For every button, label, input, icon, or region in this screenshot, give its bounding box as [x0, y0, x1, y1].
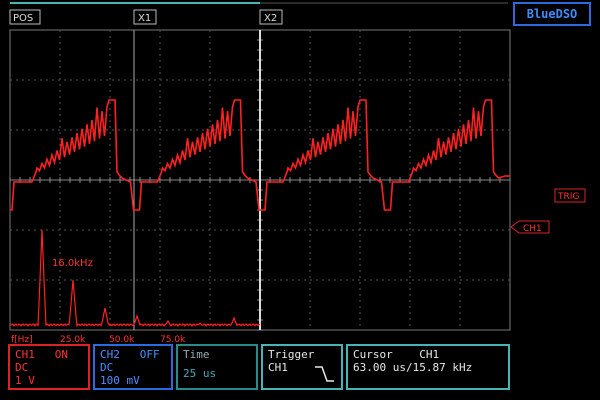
ch2-header: CH2 OFF — [100, 348, 160, 361]
time-value: 25 us — [183, 367, 217, 380]
cursor-value: 63.00 us/15.87 kHz — [353, 361, 473, 374]
ch2-scale: 100 mV — [100, 374, 140, 387]
x1-label: X1 — [138, 13, 151, 24]
ch2-coupling: DC — [100, 361, 114, 374]
trigger-settings-panel[interactable]: Trigger CH1 — [261, 344, 343, 390]
ch1-scale: 1 V — [15, 374, 35, 387]
ch1-settings-panel[interactable]: CH1 ON DC 1 V — [8, 344, 90, 390]
cursor-readout-panel[interactable]: Cursor CH1 63.00 us/15.87 kHz — [346, 344, 510, 390]
trig-marker-label: TRIG — [557, 192, 579, 202]
fft-spectrum — [9, 229, 261, 328]
pos-label: POS — [13, 13, 33, 24]
ch2-settings-panel[interactable]: CH2 OFF DC 100 mV — [93, 344, 173, 390]
time-header: Time — [183, 348, 210, 361]
ch1-header: CH1 ON — [15, 348, 68, 361]
ch1-coupling: DC — [15, 361, 29, 374]
ch1-marker-label: CH1 — [523, 224, 542, 234]
oscilloscope-display: POS X1 X2 16.0kHz f[Hz] 25.0k 50.0k 75.0… — [9, 2, 586, 345]
time-settings-panel[interactable]: Time 25 us — [176, 344, 258, 390]
x2-label: X2 — [264, 13, 277, 24]
app-logo: BlueDSO — [513, 2, 591, 26]
fft-peak-label: 16.0kHz — [52, 258, 93, 269]
cursor-header: Cursor CH1 — [353, 348, 440, 361]
falling-edge-icon — [315, 366, 334, 382]
trigger-header: Trigger — [268, 348, 315, 361]
